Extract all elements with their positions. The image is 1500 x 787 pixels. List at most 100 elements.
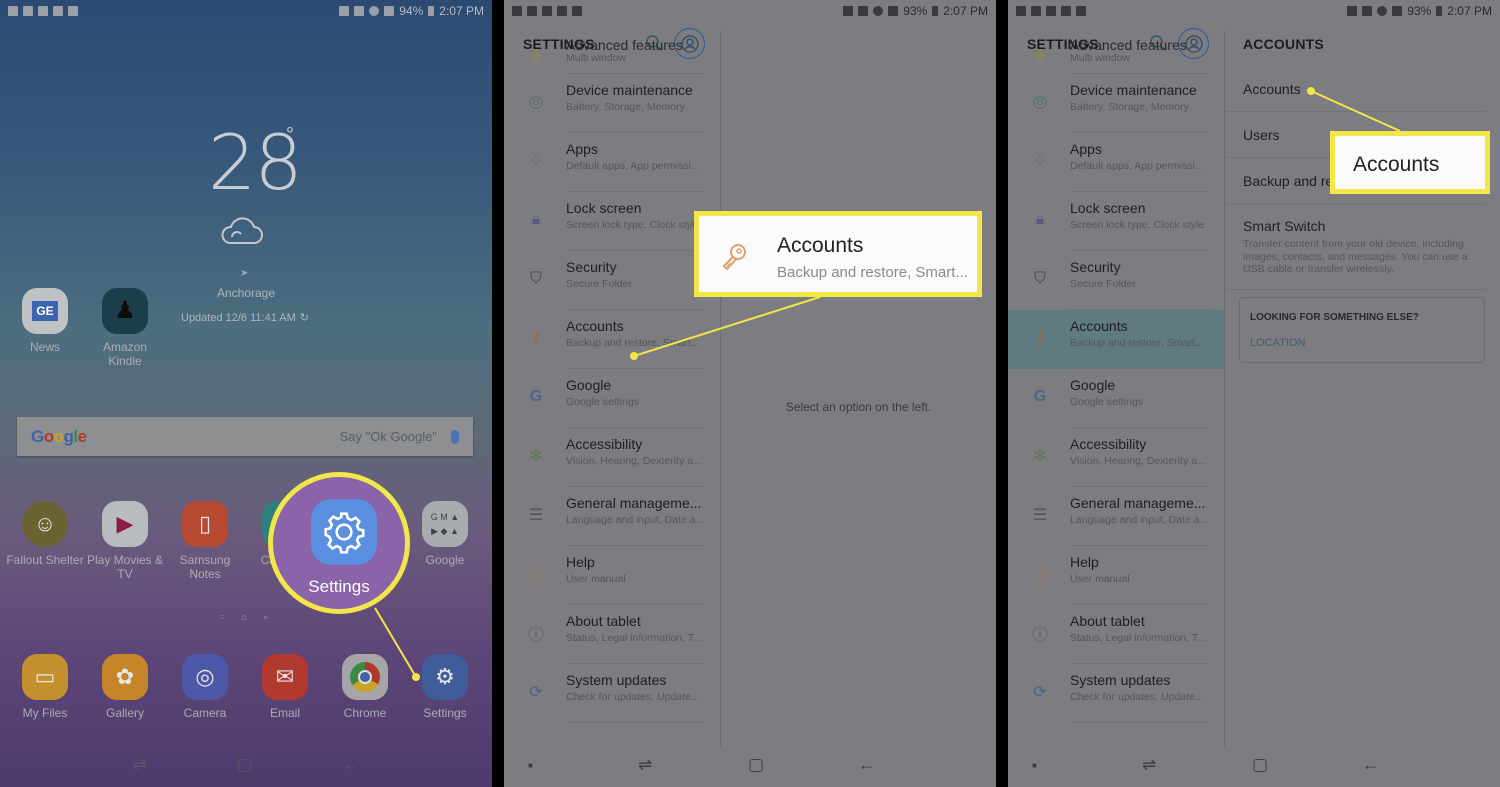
accounts-option-smart-switch[interactable]: Smart Switch Transfer content from your o… <box>1225 204 1486 290</box>
page-dot[interactable]: ● <box>263 612 268 622</box>
mute-icon <box>1362 6 1373 16</box>
recents-button[interactable]: ⇌ <box>1142 755 1252 775</box>
screenshot-icon <box>572 6 582 16</box>
app-label: Camera <box>183 706 227 720</box>
gallery-notif-icon <box>542 6 552 16</box>
settings-item-accounts-selected[interactable]: ⚷ Accounts Backup and restore, Smart... <box>1008 310 1224 369</box>
item-subtitle: Multi window <box>566 52 627 64</box>
gallery-icon: ✿ <box>102 654 148 700</box>
app-label: Email <box>269 706 300 720</box>
back-button[interactable]: ← <box>343 755 360 775</box>
accounts-option-accounts[interactable]: Accounts <box>1225 66 1486 112</box>
play-movies-icon: ▶ <box>102 501 148 547</box>
settings-item-apps[interactable]: ⁘ Apps Default apps, App permissi... <box>504 133 720 192</box>
app-my-files[interactable]: ▭ My Files <box>5 654 85 720</box>
mute-icon <box>354 6 365 16</box>
app-camera[interactable]: ◎ Camera <box>165 654 245 720</box>
settings-item-apps[interactable]: ⁘ Apps Default apps, App permissi... <box>1008 133 1224 192</box>
settings-item-accessibility[interactable]: ✻ Accessibility Vision, Hearing, Dexterity… <box>504 428 720 487</box>
item-title: Google <box>566 377 612 393</box>
settings-item-google[interactable]: G Google Google settings <box>504 369 720 428</box>
accounts-panel: 93% 2:07 PM SETTINGS ✚ Advanced features Mu… <box>1008 0 1500 787</box>
home-page-icon[interactable]: ⌂ <box>241 612 246 622</box>
item-title: Advanced features <box>1070 37 1187 53</box>
back-button[interactable]: ← <box>1362 755 1379 775</box>
settings-item-about-tablet[interactable]: ⓘ About tablet Status, Legal information, … <box>504 605 720 664</box>
option-title: Accounts <box>1243 81 1301 97</box>
settings-item-system-updates[interactable]: ⟳ System updates Check for updates, Update… <box>1008 664 1224 723</box>
settings-item-accounts[interactable]: ⚷ Accounts Backup and restore, Smart... <box>504 310 720 369</box>
settings-item-device-maintenance[interactable]: ◎ Device maintenance Battery, Storage, Mem… <box>504 74 720 133</box>
accounts-option-callout: Accounts <box>1330 131 1490 194</box>
app-samsung-notes[interactable]: ▯ Samsung Notes <box>165 501 245 581</box>
item-subtitle: User manual <box>1070 573 1130 585</box>
shield-icon: ⛉ <box>529 270 542 287</box>
signal-icon <box>384 6 395 16</box>
settings-item-device-maintenance[interactable]: ◎ Device maintenance Battery, Storage, Mem… <box>1008 74 1224 133</box>
signal-icon <box>888 6 899 16</box>
settings-item-security[interactable]: ⛉ Security Secure Folder <box>504 251 720 310</box>
looking-for-something-else-card: LOOKING FOR SOMETHING ELSE? LOCATION <box>1239 297 1485 363</box>
settings-item-about-tablet[interactable]: ⓘ About tablet Status, Legal information, … <box>1008 605 1224 664</box>
app-play-movies[interactable]: ▶ Play Movies & TV <box>85 501 165 581</box>
app-fallout-shelter[interactable]: ☺ Fallout Shelter <box>5 501 85 567</box>
card-question: LOOKING FOR SOMETHING ELSE? <box>1250 312 1419 323</box>
callout-label: Accounts <box>1353 153 1440 176</box>
page-dot[interactable]: ≡ <box>220 612 225 622</box>
item-subtitle: Language and input, Date a... <box>566 514 705 526</box>
settings-item-accessibility[interactable]: ✻ Accessibility Vision, Hearing, Dexterity… <box>1008 428 1224 487</box>
back-button[interactable]: ← <box>858 755 875 775</box>
accessibility-icon: ✻ <box>1033 448 1047 465</box>
settings-item-lock-screen[interactable]: 🔒︎ Lock screen Screen lock type, Clock sty… <box>504 192 720 251</box>
recents-button[interactable]: ⇌ <box>638 755 748 775</box>
settings-item-general-management[interactable]: ☰ General manageme... Language and input, … <box>1008 487 1224 546</box>
item-title: Advanced features <box>566 37 683 53</box>
recents-button[interactable]: ⇌ <box>132 755 146 775</box>
settings-item-help[interactable]: ⓘ Help User manual <box>504 546 720 605</box>
usb-icon <box>527 6 537 16</box>
settings-item-google[interactable]: G Google Google settings <box>1008 369 1224 428</box>
app-chrome[interactable]: Chrome <box>325 654 405 720</box>
weather-updated[interactable]: Updated 12/6 11:41 AM ↻ <box>181 311 309 325</box>
app-label: Play Movies & TV <box>86 553 164 581</box>
home-button[interactable]: ▢ <box>748 755 858 775</box>
navigation-bar: ■ ⇌ ▢ ← <box>1008 743 1500 787</box>
settings-item-lock-screen[interactable]: 🔒︎ Lock screen Screen lock type, Clock sty… <box>1008 192 1224 251</box>
settings-item-advanced-features[interactable]: ✚ Advanced features Multi window <box>1008 37 1224 74</box>
item-subtitle: Backup and restore, Smart... <box>566 337 700 349</box>
home-button[interactable]: ▢ <box>237 755 253 775</box>
settings-item-system-updates[interactable]: ⟳ System updates Check for updates, Update… <box>504 664 720 723</box>
item-title: Apps <box>566 141 598 157</box>
app-google-folder[interactable]: G M ▲ ▶ ◆ ▲ Google <box>405 501 485 567</box>
alarm-icon <box>339 6 350 16</box>
settings-item-security[interactable]: ⛉ Security Secure Folder <box>1008 251 1224 310</box>
item-subtitle: User manual <box>566 573 626 585</box>
settings-list: ✚ Advanced features Multi window ◎ Device m… <box>504 37 720 723</box>
app-label: News <box>29 340 60 354</box>
microphone-icon[interactable] <box>451 429 459 444</box>
google-search-bar[interactable]: Google Say "Ok Google" <box>17 417 473 456</box>
app-amazon-kindle[interactable]: ♟ Amazon Kindle <box>85 288 165 368</box>
apps-icon: ⁘ <box>529 153 543 170</box>
search-hint: Say "Ok Google" <box>339 429 437 444</box>
nav-dot[interactable]: ■ <box>528 761 638 770</box>
app-news[interactable]: GE News <box>5 288 85 354</box>
settings-item-help[interactable]: ⓘ Help User manual <box>1008 546 1224 605</box>
refresh-icon[interactable]: ↻ <box>300 311 309 324</box>
settings-item-advanced-features[interactable]: ✚ Advanced features Multi window <box>504 37 720 74</box>
empty-detail-message: Select an option on the left. <box>785 400 932 414</box>
nav-dot[interactable]: ■ <box>1032 761 1142 770</box>
battery-icon <box>932 6 939 16</box>
item-subtitle: Default apps, App permissi... <box>566 160 700 172</box>
app-settings[interactable]: ⚙ Settings <box>405 654 485 720</box>
home-screen-panel: 94% 2:07 PM 28 ° ➤ Anchorage Updated 12/6… <box>0 0 492 787</box>
dropbox-icon <box>1061 6 1071 16</box>
location-link[interactable]: LOCATION <box>1250 337 1474 349</box>
settings-item-general-management[interactable]: ☰ General manageme... Language and input, … <box>504 487 720 546</box>
wifi-icon <box>1377 6 1388 16</box>
app-gallery[interactable]: ✿ Gallery <box>85 654 165 720</box>
item-title: General manageme... <box>566 495 702 511</box>
home-button[interactable]: ▢ <box>1252 755 1362 775</box>
item-title: Security <box>1070 259 1121 275</box>
app-email[interactable]: ✉ Email <box>245 654 325 720</box>
